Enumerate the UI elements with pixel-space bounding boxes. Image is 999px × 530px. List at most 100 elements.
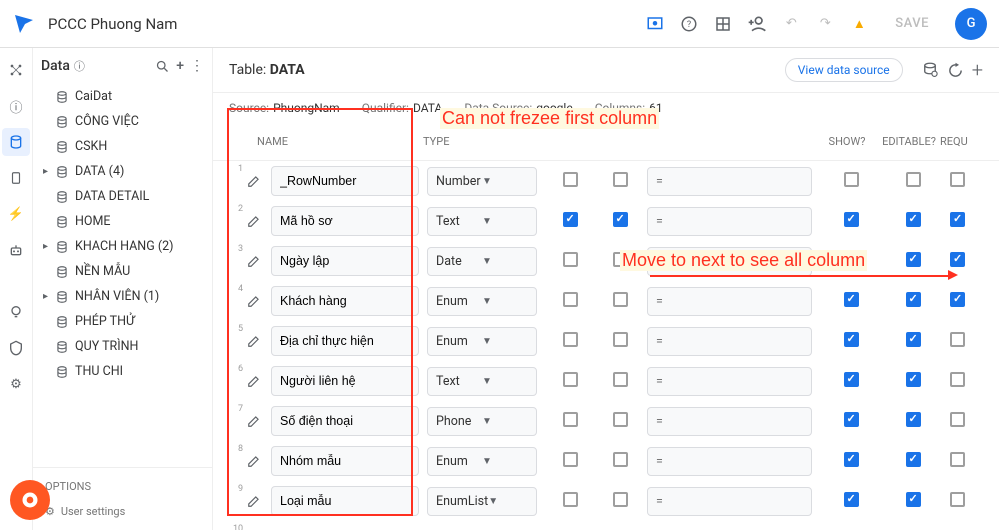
user-settings-item[interactable]: ⚙ User settings (41, 501, 204, 522)
type-dropdown[interactable]: Enum▼ (427, 327, 537, 356)
require-checkbox[interactable] (950, 492, 965, 507)
label-checkbox[interactable] (613, 172, 628, 187)
require-checkbox[interactable] (950, 452, 965, 467)
key-checkbox[interactable] (563, 372, 578, 387)
type-dropdown[interactable]: Text▼ (427, 367, 537, 396)
type-dropdown[interactable]: Phone▼ (427, 407, 537, 436)
regenerate-icon[interactable] (947, 62, 964, 79)
warning-icon[interactable]: ▲ (849, 14, 869, 34)
formula-input[interactable]: = (647, 447, 812, 476)
label-checkbox[interactable] (613, 412, 628, 427)
add-user-icon[interactable] (747, 14, 767, 34)
formula-input[interactable]: = (647, 487, 812, 516)
require-checkbox[interactable] (950, 172, 965, 187)
key-checkbox[interactable] (563, 212, 578, 227)
column-name-input[interactable] (271, 406, 419, 436)
editable-checkbox[interactable] (906, 172, 921, 187)
formula-input[interactable]: = (647, 287, 812, 316)
show-checkbox[interactable] (844, 492, 859, 507)
column-name-input[interactable] (271, 486, 419, 516)
type-dropdown[interactable]: Date▼ (427, 247, 537, 276)
column-name-input[interactable] (271, 366, 419, 396)
edit-icon[interactable] (247, 254, 271, 268)
add-icon[interactable]: + (176, 58, 184, 74)
show-checkbox[interactable] (844, 372, 859, 387)
require-checkbox[interactable] (950, 212, 965, 227)
edit-icon[interactable] (247, 494, 271, 508)
column-name-input[interactable] (271, 246, 419, 276)
help-icon[interactable]: ? (679, 14, 699, 34)
user-avatar[interactable]: G (955, 8, 987, 40)
table-item[interactable]: NỀN MẪU (37, 259, 208, 284)
formula-input[interactable]: = (647, 407, 812, 436)
add-column-icon[interactable]: + (972, 58, 983, 82)
key-checkbox[interactable] (563, 452, 578, 467)
column-name-input[interactable] (271, 166, 419, 196)
info-icon[interactable]: ⓘ (74, 58, 85, 74)
show-checkbox[interactable] (844, 412, 859, 427)
rail-security-icon[interactable] (2, 334, 30, 362)
grid-icon[interactable] (713, 14, 733, 34)
table-item[interactable]: PHÉP THỬ (37, 309, 208, 334)
label-checkbox[interactable] (613, 492, 628, 507)
table-item[interactable]: CSKH (37, 134, 208, 159)
editable-checkbox[interactable] (906, 492, 921, 507)
key-checkbox[interactable] (563, 292, 578, 307)
formula-input[interactable]: = (647, 167, 812, 196)
require-checkbox[interactable] (950, 252, 965, 267)
show-checkbox[interactable] (844, 172, 859, 187)
undo-icon[interactable]: ↶ (781, 14, 801, 34)
rail-data-icon[interactable] (2, 128, 30, 156)
show-checkbox[interactable] (844, 212, 859, 227)
show-checkbox[interactable] (844, 292, 859, 307)
db-settings-icon[interactable] (921, 61, 939, 79)
edit-icon[interactable] (247, 334, 271, 348)
show-checkbox[interactable] (844, 252, 859, 267)
editable-checkbox[interactable] (906, 412, 921, 427)
type-dropdown[interactable]: Enum▼ (427, 447, 537, 476)
label-checkbox[interactable] (613, 292, 628, 307)
rail-action-icon[interactable]: ⚡ (2, 200, 30, 228)
key-checkbox[interactable] (563, 492, 578, 507)
label-checkbox[interactable] (613, 212, 628, 227)
rail-home-icon[interactable] (2, 56, 30, 84)
fab-button[interactable] (10, 480, 50, 520)
type-dropdown[interactable]: EnumList▼ (427, 487, 537, 516)
label-checkbox[interactable] (613, 252, 628, 267)
require-checkbox[interactable] (950, 412, 965, 427)
table-item[interactable]: ▸NHÂN VIÊN (1) (37, 284, 208, 309)
formula-input[interactable]: = (647, 327, 812, 356)
table-item[interactable]: CaiDat (37, 84, 208, 109)
column-name-input[interactable] (271, 326, 419, 356)
column-name-input[interactable] (271, 286, 419, 316)
type-dropdown[interactable]: Text▼ (427, 207, 537, 236)
editable-checkbox[interactable] (906, 372, 921, 387)
label-checkbox[interactable] (613, 452, 628, 467)
editable-checkbox[interactable] (906, 292, 921, 307)
table-item[interactable]: HOME (37, 209, 208, 234)
rail-device-icon[interactable] (2, 164, 30, 192)
redo-icon[interactable]: ↷ (815, 14, 835, 34)
type-dropdown[interactable]: Number▼ (427, 167, 537, 196)
formula-input[interactable]: = (647, 247, 812, 276)
formula-input[interactable]: = (647, 207, 812, 236)
edit-icon[interactable] (247, 174, 271, 188)
show-checkbox[interactable] (844, 332, 859, 347)
rail-bulb-icon[interactable] (2, 298, 30, 326)
key-checkbox[interactable] (563, 412, 578, 427)
view-data-source-button[interactable]: View data source (785, 58, 903, 82)
key-checkbox[interactable] (563, 252, 578, 267)
search-icon[interactable] (155, 59, 170, 74)
preview-icon[interactable] (645, 14, 665, 34)
require-checkbox[interactable] (950, 372, 965, 387)
editable-checkbox[interactable] (906, 252, 921, 267)
table-item[interactable]: THU CHI (37, 359, 208, 384)
edit-icon[interactable] (247, 214, 271, 228)
more-icon[interactable]: ⋮ (190, 58, 204, 74)
type-dropdown[interactable]: Enum▼ (427, 287, 537, 316)
rail-bot-icon[interactable] (2, 236, 30, 264)
editable-checkbox[interactable] (906, 332, 921, 347)
column-name-input[interactable] (271, 206, 419, 236)
column-name-input[interactable] (271, 446, 419, 476)
key-checkbox[interactable] (563, 172, 578, 187)
